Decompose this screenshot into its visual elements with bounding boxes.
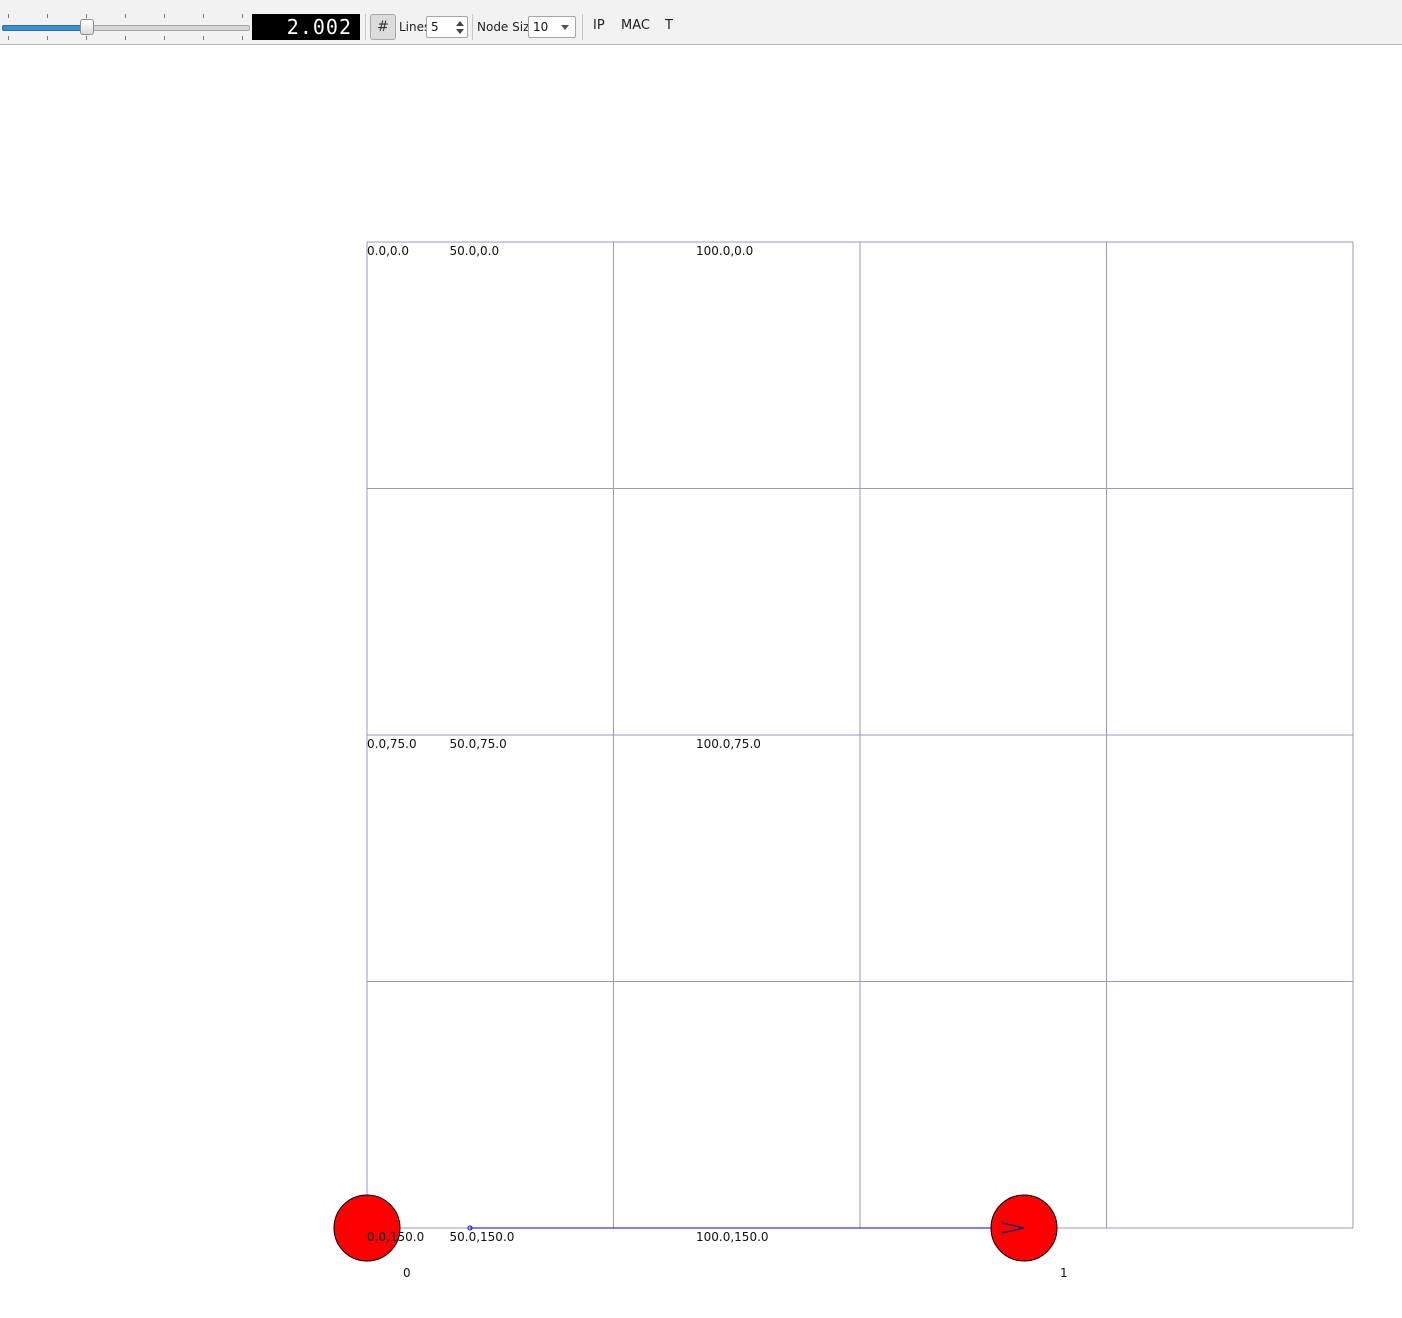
grid-coordinate-label: 50.0,150.0 [450,1230,515,1244]
separator [582,14,583,40]
grid-coordinate-label: 100.0,0.0 [696,244,753,258]
slider-tick [125,36,126,40]
separator [365,14,366,40]
slider-tick [8,36,9,40]
slider-tick [164,14,165,18]
grid-coordinate-label: 100.0,75.0 [696,737,761,751]
animation-canvas[interactable]: 0 1 0.0,0.0 50.0,0.0 100.0,0.0 0.0,75.0 50.0,… [0,45,1402,1318]
slider-tick [8,14,9,18]
node-id-label: 1 [1060,1266,1068,1280]
chevron-down-icon [561,25,569,30]
slider-tick [86,36,87,40]
grid-labels: 0.0,0.0 50.0,0.0 100.0,0.0 0.0,75.0 50.0,75.… [367,244,769,1244]
grid-coordinate-label: 0.0,0.0 [367,244,409,258]
slider-tick [242,36,243,40]
spin-up-icon[interactable] [456,21,464,26]
lines-spinbox[interactable]: 5 [426,16,468,38]
slider-tick [47,14,48,18]
time-value: 2.002 [286,15,352,39]
grid-coordinate-label: 50.0,0.0 [450,244,500,258]
slider-fill [2,25,89,31]
grid-coordinate-label: 0.0,75.0 [367,737,417,751]
lines-value: 5 [431,20,439,34]
slider-tick [242,14,243,18]
slider-tick [47,36,48,40]
grid-coordinate-label: 0.0,150.0 [367,1230,424,1244]
toolbar: 2.002 # Lines 5 Node Size 10 IP MAC T [0,0,1402,45]
ip-toggle-button[interactable]: IP [593,18,605,33]
grid-lines [366,241,1354,1229]
spinbox-arrows[interactable] [455,18,465,36]
spin-down-icon[interactable] [456,29,464,34]
time-display: 2.002 [252,14,360,40]
slider-tick [86,14,87,18]
grid-coordinate-label: 100.0,150.0 [696,1230,769,1244]
slider-tick [164,36,165,40]
node-id-label: 0 [403,1266,411,1280]
t-toggle-button[interactable]: T [665,18,673,33]
node-size-select[interactable]: 10 [528,16,576,38]
node-size-value: 10 [533,20,549,34]
slider-tick [203,36,204,40]
grid-toggle-button[interactable]: # [370,14,396,40]
node-0[interactable] [333,1194,401,1262]
mac-toggle-button[interactable]: MAC [621,18,650,33]
time-slider[interactable] [2,14,250,40]
grid-coordinate-label: 50.0,75.0 [450,737,507,751]
slider-tick [125,14,126,18]
separator [472,14,473,40]
slider-thumb[interactable] [80,19,95,35]
slider-tick [203,14,204,18]
